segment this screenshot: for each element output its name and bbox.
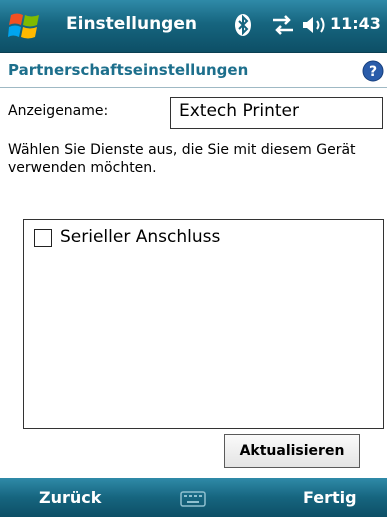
softkey-bar: Zurück Fertig: [0, 478, 387, 517]
windows-start-icon[interactable]: [8, 9, 42, 43]
page-title: Partnerschaftseinstellungen: [8, 61, 249, 79]
done-softkey[interactable]: Fertig: [303, 488, 357, 507]
instruction-text: Wählen Sie Dienste aus, die Sie mit dies…: [8, 142, 356, 176]
svg-text:?: ?: [369, 64, 377, 80]
service-list[interactable]: Serieller Anschluss: [23, 219, 384, 429]
back-softkey[interactable]: Zurück: [39, 488, 101, 507]
serial-port-checkbox[interactable]: [34, 229, 52, 247]
service-label: Serieller Anschluss: [60, 227, 221, 247]
display-name-label: Anzeigename:: [8, 103, 109, 119]
section-header: Partnerschaftseinstellungen ?: [0, 53, 387, 88]
clock[interactable]: 11:43: [330, 14, 381, 33]
help-icon[interactable]: ?: [362, 60, 384, 82]
bluetooth-icon[interactable]: [234, 13, 252, 37]
app-title[interactable]: Einstellungen: [66, 14, 197, 34]
update-button[interactable]: Aktualisieren: [224, 434, 360, 468]
keyboard-icon[interactable]: [180, 491, 206, 507]
display-name-field[interactable]: Extech Printer: [170, 97, 383, 129]
connectivity-icon[interactable]: [271, 14, 295, 36]
volume-icon[interactable]: [301, 15, 327, 35]
title-bar: Einstellungen 11:43: [0, 0, 387, 53]
